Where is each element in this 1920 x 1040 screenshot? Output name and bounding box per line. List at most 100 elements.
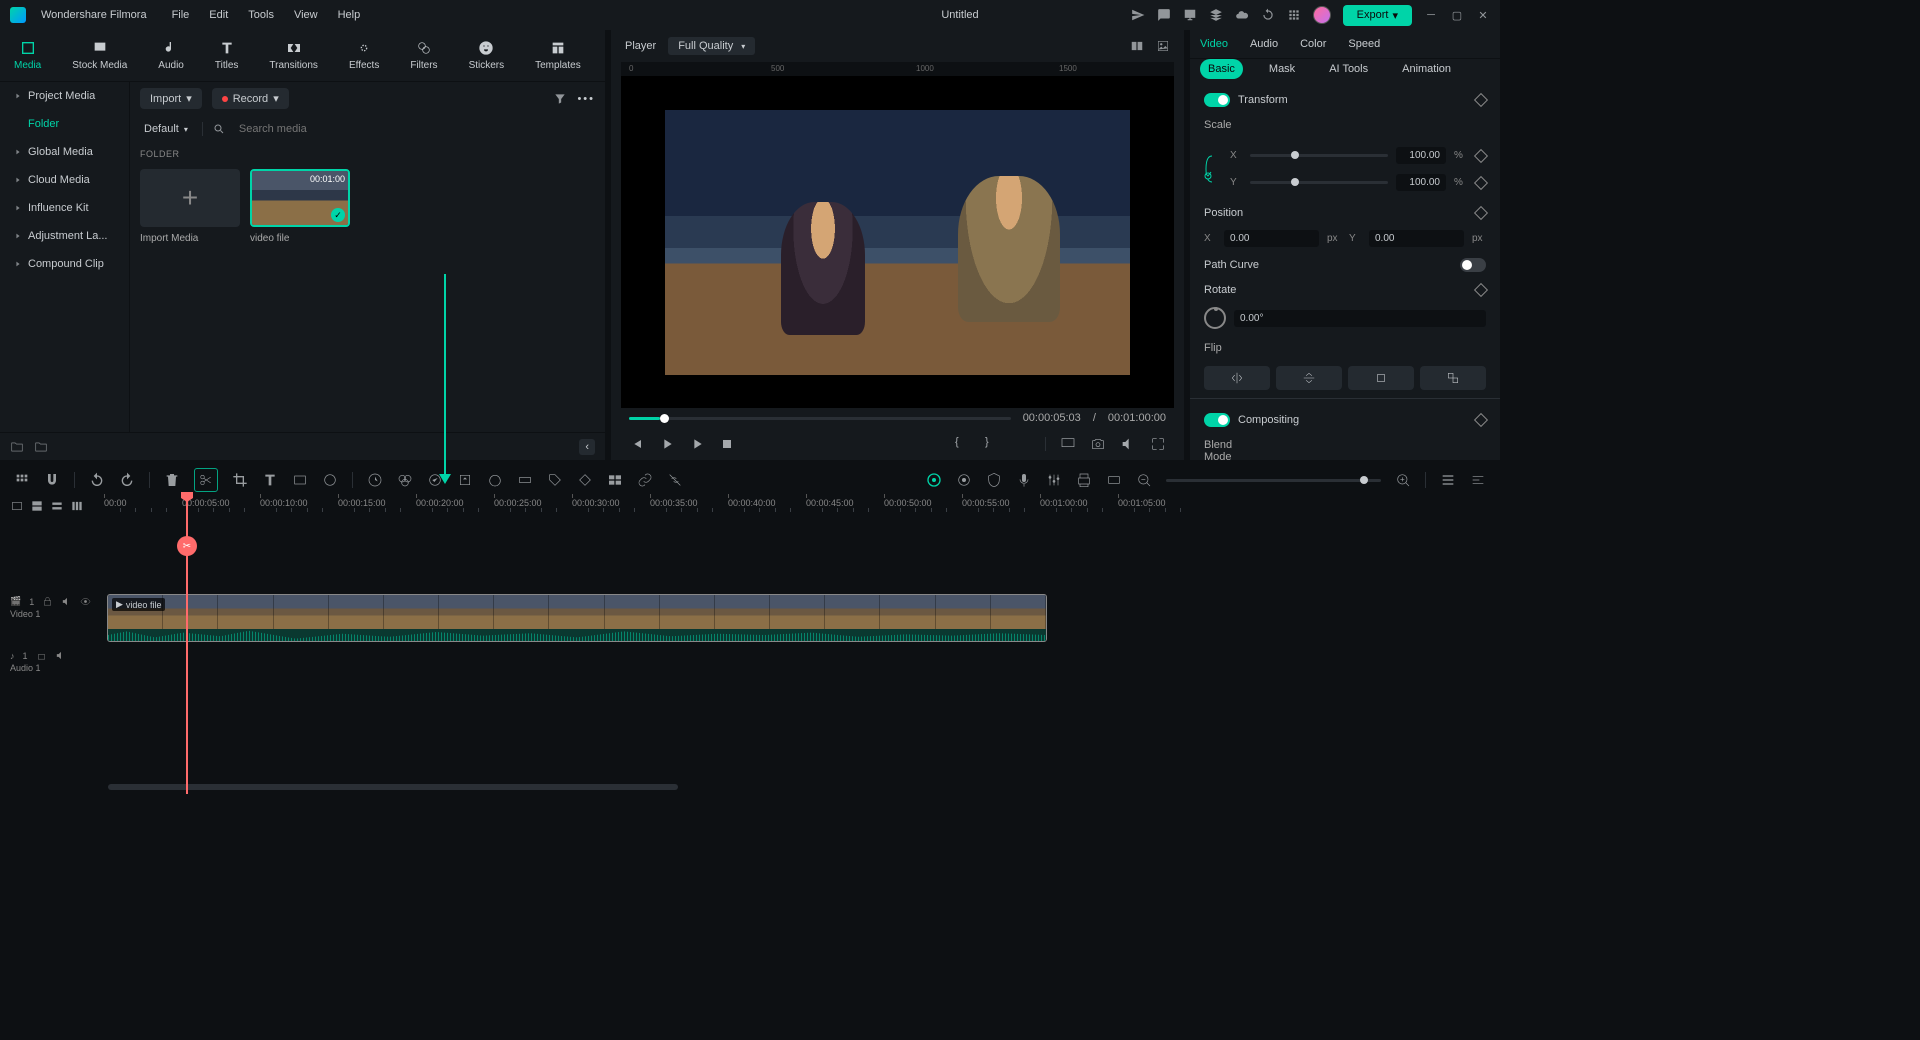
sidebar-item-project-media[interactable]: Project Media xyxy=(0,82,129,110)
shield-icon[interactable] xyxy=(986,472,1002,488)
flip-option3-button[interactable] xyxy=(1348,366,1414,390)
tab-titles[interactable]: Titles xyxy=(211,38,243,73)
brace-close-icon[interactable]: } xyxy=(985,436,1001,452)
list-icon[interactable] xyxy=(1015,436,1031,452)
track-opt1-icon[interactable] xyxy=(10,498,24,514)
tab-stock-media[interactable]: Stock Media xyxy=(68,38,131,73)
play-button[interactable] xyxy=(689,436,705,452)
sidebar-item-global-media[interactable]: Global Media xyxy=(0,138,129,166)
target-icon[interactable] xyxy=(956,472,972,488)
keyframe-icon[interactable] xyxy=(1474,206,1488,220)
auto-icon[interactable] xyxy=(926,472,942,488)
sidebar-item-cloud-media[interactable]: Cloud Media xyxy=(0,166,129,194)
record-button[interactable]: Record▾ xyxy=(212,88,289,109)
tracks-view-icon[interactable] xyxy=(1440,472,1456,488)
comments-icon[interactable] xyxy=(1157,8,1171,22)
step-button[interactable] xyxy=(659,436,675,452)
text-icon[interactable] xyxy=(262,472,278,488)
snapshot-icon[interactable] xyxy=(1090,436,1106,452)
redo-icon[interactable] xyxy=(119,472,135,488)
keyframe-tool-icon[interactable] xyxy=(577,472,593,488)
tab-color[interactable]: Color xyxy=(1300,30,1326,58)
track-opt2-icon[interactable] xyxy=(30,498,44,514)
picture-icon[interactable] xyxy=(1156,39,1170,53)
unlink-icon[interactable] xyxy=(667,472,683,488)
keyframe-icon[interactable] xyxy=(1474,283,1488,297)
search-input[interactable] xyxy=(235,119,595,139)
magnet-icon[interactable] xyxy=(44,472,60,488)
tab-audio-props[interactable]: Audio xyxy=(1250,30,1278,58)
aspect-icon[interactable] xyxy=(1106,472,1122,488)
link-icon[interactable] xyxy=(1204,154,1222,184)
mic-icon[interactable] xyxy=(1016,472,1032,488)
tab-media[interactable]: Media xyxy=(10,38,45,73)
tab-speed[interactable]: Speed xyxy=(1348,30,1380,58)
subtab-animation[interactable]: Animation xyxy=(1394,59,1459,79)
sidebar-item-compound-clip[interactable]: Compound Clip xyxy=(0,250,129,278)
position-x-value[interactable]: 0.00 xyxy=(1224,230,1319,247)
folder-add-icon[interactable] xyxy=(34,440,48,454)
track-opt3-icon[interactable] xyxy=(50,498,64,514)
crop-icon[interactable] xyxy=(232,472,248,488)
media-clip-tile[interactable]: 00:01:00 ✓ video file xyxy=(250,169,350,244)
volume-icon[interactable] xyxy=(1120,436,1136,452)
fullscreen-icon[interactable] xyxy=(1150,436,1166,452)
maximize-button[interactable]: ▢ xyxy=(1450,8,1464,22)
compare-icon[interactable] xyxy=(1130,39,1144,53)
menu-view[interactable]: View xyxy=(294,9,318,21)
frame-icon[interactable] xyxy=(292,472,308,488)
folder-out-icon[interactable] xyxy=(10,440,24,454)
zoom-slider[interactable] xyxy=(1166,479,1381,482)
tab-video[interactable]: Video xyxy=(1200,30,1228,58)
export-button[interactable]: Export▾ xyxy=(1343,5,1412,26)
layers-icon[interactable] xyxy=(1209,8,1223,22)
track-opt4-icon[interactable] xyxy=(70,498,84,514)
sort-default[interactable]: Default▾ xyxy=(140,121,192,137)
track-icon[interactable] xyxy=(517,472,533,488)
keyframe-icon[interactable] xyxy=(1474,93,1488,107)
scale-y-slider[interactable] xyxy=(1250,181,1388,184)
import-media-tile[interactable]: + Import Media xyxy=(140,169,240,244)
compositing-toggle[interactable] xyxy=(1204,413,1230,427)
timeline-ruler[interactable]: ✂ 00:0000:00:05:0000:00:10:0000:00:15:00… xyxy=(104,494,1500,522)
undo-icon[interactable] xyxy=(89,472,105,488)
scale-x-slider[interactable] xyxy=(1250,154,1388,157)
menu-edit[interactable]: Edit xyxy=(209,9,228,21)
menu-help[interactable]: Help xyxy=(338,9,361,21)
brace-open-icon[interactable]: { xyxy=(955,436,971,452)
stop-button[interactable] xyxy=(719,436,735,452)
mixer-icon[interactable] xyxy=(1046,472,1062,488)
tab-templates[interactable]: Templates xyxy=(531,38,585,73)
speed-icon[interactable] xyxy=(367,472,383,488)
cloud-icon[interactable] xyxy=(1235,8,1249,22)
position-y-value[interactable]: 0.00 xyxy=(1369,230,1464,247)
tab-transitions[interactable]: Transitions xyxy=(265,38,322,73)
quality-select[interactable]: Full Quality▾ xyxy=(668,37,755,55)
apps-icon[interactable] xyxy=(1287,8,1301,22)
delete-icon[interactable] xyxy=(164,472,180,488)
tab-stickers[interactable]: Stickers xyxy=(465,38,509,73)
zoom-in-icon[interactable] xyxy=(1395,472,1411,488)
printer-icon[interactable] xyxy=(1076,472,1092,488)
collapse-sidebar[interactable]: ‹ xyxy=(579,439,595,455)
scale-y-value[interactable]: 100.00 xyxy=(1396,174,1446,191)
settings-icon[interactable] xyxy=(1470,472,1486,488)
timer-icon[interactable] xyxy=(487,472,503,488)
video-viewer[interactable] xyxy=(621,76,1174,408)
subtab-ai-tools[interactable]: AI Tools xyxy=(1321,59,1376,79)
rotate-dial[interactable] xyxy=(1204,307,1226,329)
scale-x-value[interactable]: 100.00 xyxy=(1396,147,1446,164)
tab-effects[interactable]: Effects xyxy=(345,38,383,73)
menu-tools[interactable]: Tools xyxy=(248,9,274,21)
tab-audio[interactable]: Audio xyxy=(154,38,188,73)
keyframe-icon[interactable] xyxy=(1474,148,1488,162)
sidebar-item-folder[interactable]: Folder xyxy=(0,110,129,138)
adjust-icon[interactable] xyxy=(322,472,338,488)
mute-icon[interactable] xyxy=(55,650,66,661)
export-clip-icon[interactable] xyxy=(457,472,473,488)
menu-file[interactable]: File xyxy=(172,9,190,21)
mute-icon[interactable] xyxy=(61,596,72,607)
send-icon[interactable] xyxy=(1131,8,1145,22)
group-icon[interactable] xyxy=(607,472,623,488)
rotate-value[interactable]: 0.00° xyxy=(1234,310,1486,327)
